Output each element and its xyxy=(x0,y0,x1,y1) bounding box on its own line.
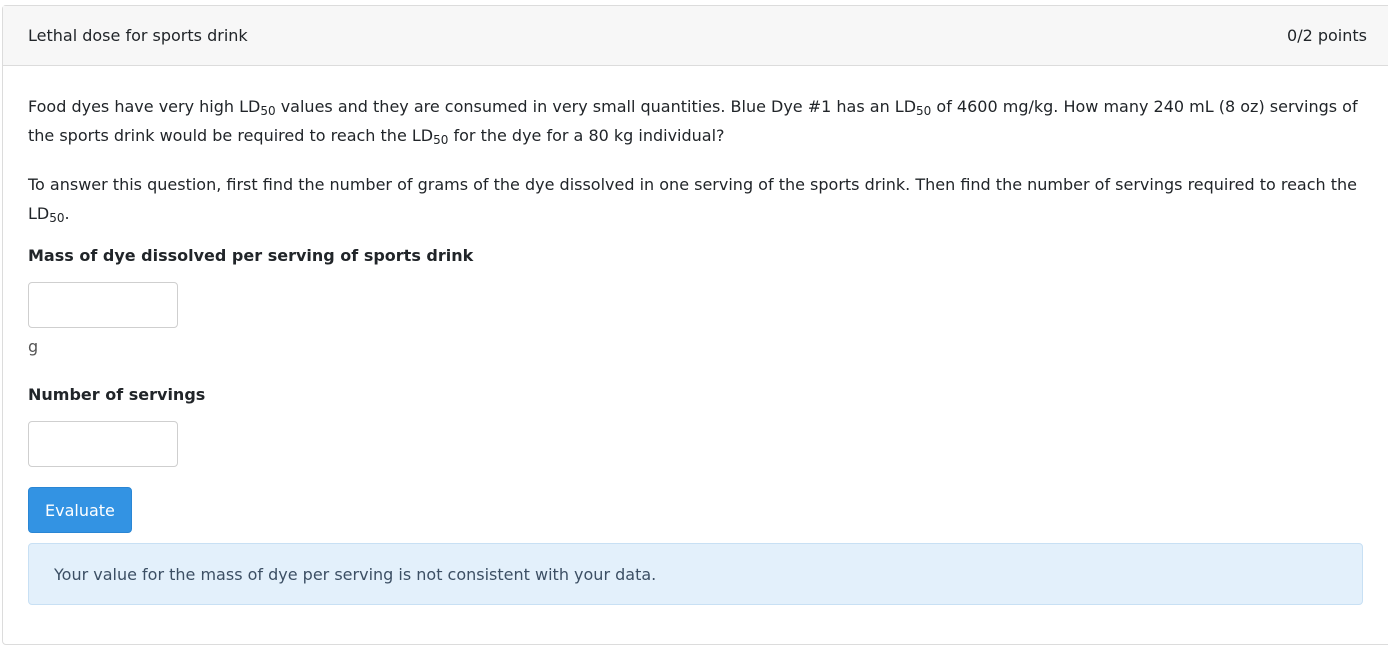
mass-input[interactable] xyxy=(28,282,178,328)
evaluate-button[interactable]: Evaluate xyxy=(28,487,132,533)
subscript: 50 xyxy=(916,104,932,118)
question-card: Lethal dose for sports drink 0/2 points … xyxy=(2,5,1388,645)
question-text: . xyxy=(64,204,70,223)
question-text: Food dyes have very high LD xyxy=(28,97,261,116)
card-header: Lethal dose for sports drink 0/2 points xyxy=(3,6,1388,66)
subscript: 50 xyxy=(433,133,449,147)
feedback-message: Your value for the mass of dye per servi… xyxy=(54,564,657,584)
feedback-alert: Your value for the mass of dye per servi… xyxy=(28,543,1363,605)
question-text: for the dye for a 80 kg individual? xyxy=(448,126,725,145)
card-body: Food dyes have very high LD50 values and… xyxy=(3,66,1388,605)
subscript: 50 xyxy=(49,211,65,225)
mass-unit-label: g xyxy=(28,337,39,356)
servings-field-label: Number of servings xyxy=(28,385,206,404)
question-text: values and they are consumed in very sma… xyxy=(275,97,917,116)
question-text: To answer this question, first find the … xyxy=(28,175,1357,223)
mass-field-label: Mass of dye dissolved per serving of spo… xyxy=(28,246,474,265)
servings-input[interactable] xyxy=(28,421,178,467)
question-paragraph-1: Food dyes have very high LD50 values and… xyxy=(28,92,1366,150)
question-paragraph-2: To answer this question, first find the … xyxy=(28,170,1366,228)
subscript: 50 xyxy=(260,104,276,118)
question-title: Lethal dose for sports drink xyxy=(28,26,248,45)
points-label: 0/2 points xyxy=(1287,26,1367,45)
